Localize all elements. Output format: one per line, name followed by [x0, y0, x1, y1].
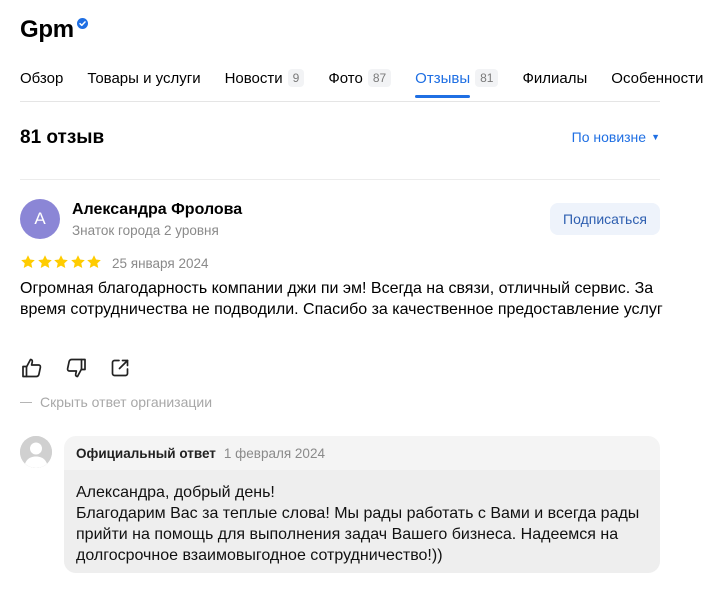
tab-label: Филиалы — [522, 69, 588, 87]
reply-line: Благодарим Вас за теплые слова! Мы рады … — [76, 505, 640, 522]
star-icon — [54, 255, 68, 268]
review-text: Огромная благодарность компании джи пи э… — [20, 280, 663, 318]
tab-label: Новости — [224, 69, 283, 87]
review-actions — [20, 356, 152, 380]
avatar[interactable]: А — [20, 199, 60, 239]
tab-count-badge: 81 — [475, 69, 499, 87]
tab-label: Особенности — [611, 69, 704, 87]
tab-photos[interactable]: Фото 87 — [328, 67, 392, 89]
subscribe-button[interactable]: Подписаться — [550, 203, 660, 235]
official-reply-body: Александра, добрый день! Благодарим Вас … — [64, 470, 660, 573]
review-author-name[interactable]: Александра Фролова — [72, 200, 242, 220]
dash-icon — [20, 402, 32, 403]
hide-org-reply-toggle[interactable]: Скрыть ответ организации — [20, 394, 212, 410]
official-reply-text: Александра, добрый день! Благодарим Вас … — [76, 482, 646, 566]
chevron-down-icon: ▼ — [651, 132, 660, 142]
review-date: 25 января 2024 — [112, 256, 209, 271]
tab-overview[interactable]: Обзор — [20, 67, 63, 89]
official-reply-label: Официальный ответ — [76, 446, 216, 461]
tab-features[interactable]: Особенности — [611, 67, 703, 89]
tab-label: Отзывы — [415, 69, 471, 87]
section-divider — [20, 179, 660, 180]
sort-dropdown[interactable]: По новизне ▼ — [572, 129, 660, 145]
reply-line: долгосрочное взаимовыгодное сотрудничест… — [76, 547, 443, 564]
company-name: Gpm — [20, 16, 74, 43]
sort-label: По новизне — [571, 129, 647, 145]
tab-label: Фото — [328, 69, 363, 87]
user-silhouette-icon — [20, 436, 52, 468]
reply-line: прийти на помощь для выполнения задач Ва… — [76, 526, 619, 543]
reviews-count-title: 81 отзыв — [20, 127, 105, 148]
star-icon — [21, 255, 35, 268]
tab-count-badge: 9 — [287, 69, 305, 87]
verified-badge-icon — [76, 18, 88, 29]
star-icon — [70, 255, 85, 268]
tab-reviews[interactable]: Отзывы 81 — [415, 67, 499, 98]
official-reply-date: 1 февраля 2024 — [223, 446, 325, 461]
rating-stars — [20, 254, 103, 270]
author-level-badge: Знаток города 2 уровня — [72, 223, 219, 238]
company-header: Gpm — [20, 14, 88, 46]
like-icon[interactable] — [20, 356, 44, 380]
tab-bar: Обзор Товары и услуги Новости 9 Фото 87 От… — [20, 62, 703, 98]
reply-line: Александра, добрый день! — [76, 484, 275, 501]
share-icon[interactable] — [108, 356, 132, 380]
tab-label: Обзор — [20, 69, 64, 87]
tab-branches[interactable]: Филиалы — [522, 67, 587, 89]
tab-news[interactable]: Новости 9 — [225, 67, 305, 89]
official-reply: Официальный ответ 1 февраля 2024 Алексан… — [64, 436, 660, 573]
dislike-icon[interactable] — [64, 356, 88, 380]
tab-count-badge: 87 — [367, 69, 392, 87]
star-icon — [37, 255, 52, 268]
hide-org-reply-label: Скрыть ответ организации — [40, 394, 213, 410]
tabs-divider — [20, 101, 660, 102]
organization-avatar — [20, 436, 52, 468]
star-icon — [87, 255, 101, 268]
official-reply-header: Официальный ответ 1 февраля 2024 — [76, 445, 325, 463]
avatar-letter: А — [34, 209, 46, 228]
tab-goods-services[interactable]: Товары и услуги — [87, 67, 200, 89]
tab-label: Товары и услуги — [87, 69, 201, 87]
